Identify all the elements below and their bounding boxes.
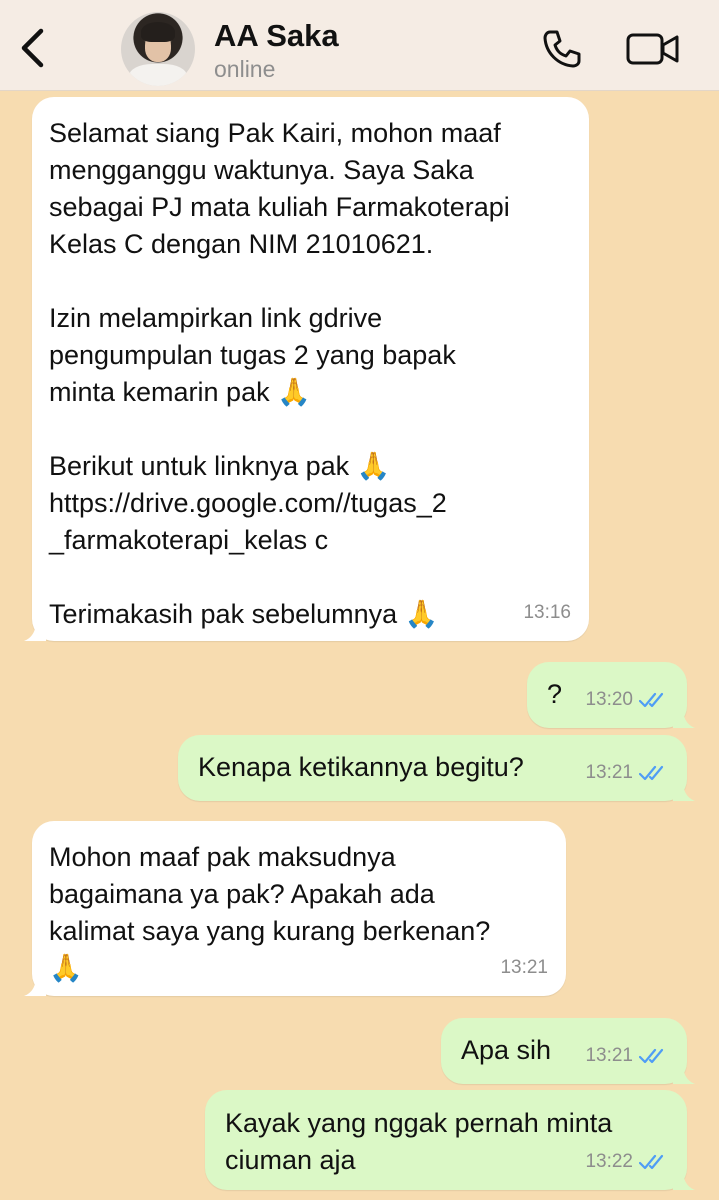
bubble-tail	[24, 976, 46, 996]
bubble-tail	[673, 1170, 695, 1190]
message-text: Selamat siang Pak Kairi, mohon maaf meng…	[49, 118, 510, 629]
message-bubble-outgoing[interactable]: Kenapa ketikannya begitu? 13:21	[178, 735, 695, 801]
double-check-icon	[639, 765, 664, 780]
bubble-tail	[673, 781, 695, 801]
avatar[interactable]	[121, 12, 195, 86]
message-bubble-incoming[interactable]: Selamat siang Pak Kairi, mohon maaf meng…	[24, 97, 589, 641]
message-bubble-incoming[interactable]: Mohon maaf pak maksudnya bagaimana ya pa…	[24, 821, 566, 996]
bubble-tail	[24, 621, 46, 641]
phone-icon	[543, 30, 581, 68]
chat-header: AA Saka online	[0, 0, 719, 91]
message-bubble-outgoing[interactable]: Apa sih 13:21	[441, 1018, 695, 1084]
chevron-left-icon	[21, 28, 44, 68]
video-camera-icon	[626, 33, 679, 65]
message-time: 13:16	[523, 602, 571, 623]
double-check-icon	[639, 692, 664, 707]
double-check-icon	[639, 1048, 664, 1063]
message-time: 13:21	[585, 1045, 633, 1066]
message-bubble-outgoing[interactable]: ? 13:20	[527, 662, 695, 728]
message-time: 13:20	[585, 689, 633, 710]
message-time: 13:21	[585, 762, 633, 783]
message-time: 13:21	[500, 957, 548, 978]
message-bubble-outgoing[interactable]: Kayak yang nggak pernah minta ciuman aja…	[205, 1090, 695, 1190]
message-text: Mohon maaf pak maksudnya bagaimana ya pa…	[49, 842, 491, 983]
contact-status: online	[214, 56, 276, 82]
video-call-button[interactable]	[624, 26, 682, 72]
contact-name[interactable]: AA Saka	[214, 18, 339, 54]
message-time: 13:22	[585, 1151, 633, 1172]
double-check-icon	[639, 1154, 664, 1169]
back-button[interactable]	[12, 26, 52, 70]
bubble-tail	[673, 708, 695, 728]
voice-call-button[interactable]	[538, 26, 586, 72]
bubble-tail	[673, 1064, 695, 1084]
